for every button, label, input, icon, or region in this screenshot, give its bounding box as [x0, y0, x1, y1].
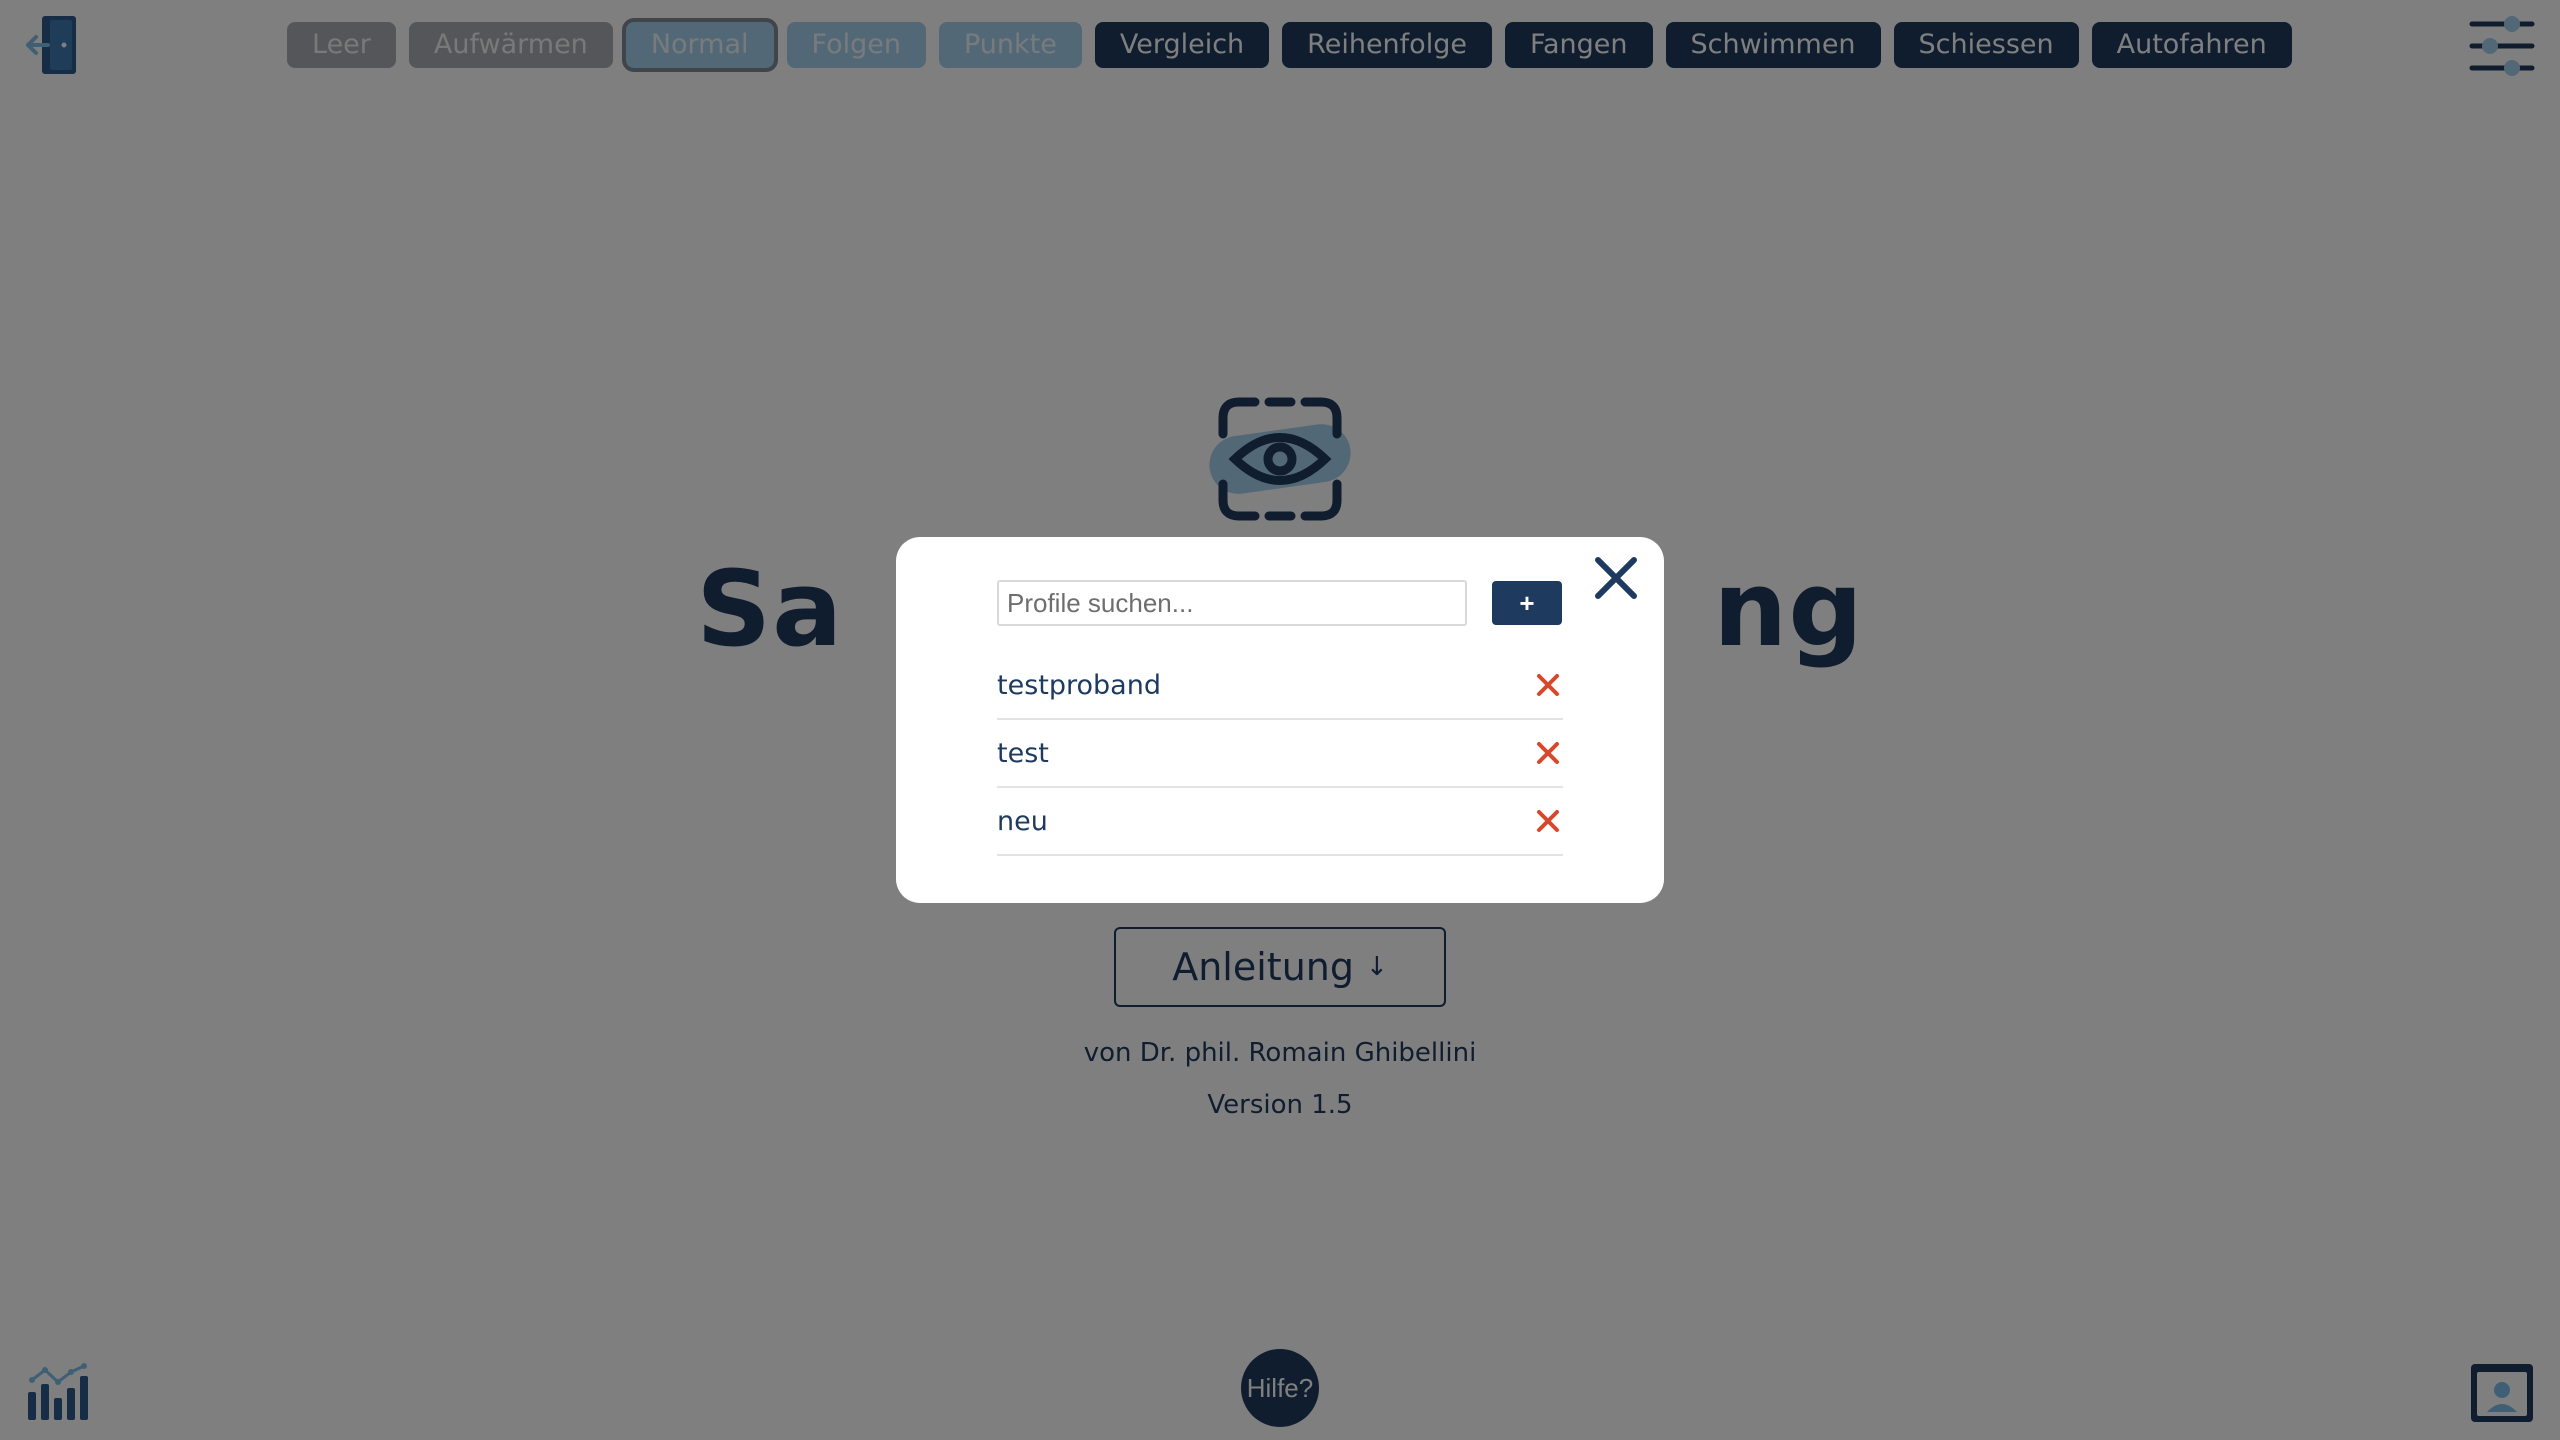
delete-icon[interactable]	[1535, 808, 1561, 834]
list-item: neu	[997, 788, 1563, 856]
list-item: test	[997, 720, 1563, 788]
delete-icon[interactable]	[1535, 672, 1561, 698]
add-profile-button[interactable]: +	[1492, 581, 1562, 625]
list-item: testproband	[997, 652, 1563, 720]
app-page: Leer Aufwärmen Normal Folgen Punkte Verg…	[0, 0, 2560, 1440]
profile-name[interactable]: test	[997, 738, 1049, 769]
close-icon[interactable]	[1590, 552, 1642, 604]
profile-name[interactable]: neu	[997, 806, 1048, 837]
profile-search-input[interactable]	[997, 580, 1467, 626]
profile-list: testproband test neu	[997, 652, 1563, 856]
profile-name[interactable]: testproband	[997, 670, 1161, 701]
delete-icon[interactable]	[1535, 740, 1561, 766]
